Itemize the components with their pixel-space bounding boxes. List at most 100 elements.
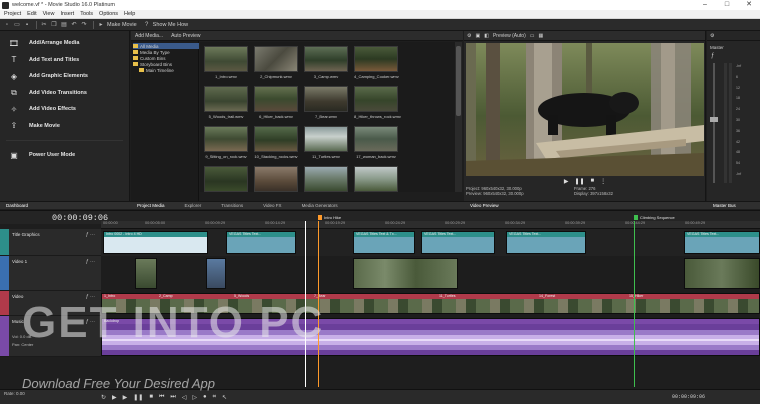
go-to-start-icon[interactable]: ⏮ <box>159 394 164 401</box>
tab-master-bus[interactable]: Master Bus <box>713 203 736 208</box>
add-media-button[interactable]: Add Media... <box>135 33 163 39</box>
fx-icon[interactable]: ƒ ⋯ <box>86 259 95 265</box>
wizard-add-text-titles[interactable]: T Add Text and Titles <box>0 52 129 69</box>
settings-icon[interactable]: ⚙ <box>467 33 471 39</box>
tab-project-media[interactable]: Project Media <box>137 203 165 208</box>
undo-icon[interactable]: ↶ <box>70 21 78 29</box>
marker-climbing-sequence[interactable]: Climbing Sequence <box>634 214 675 221</box>
snap-icon[interactable]: ⌗ <box>213 394 216 401</box>
media-thumb[interactable] <box>254 166 298 192</box>
auto-preview-button[interactable]: Auto Preview <box>171 33 200 39</box>
tab-explorer[interactable]: Explorer <box>185 203 202 208</box>
media-thumb[interactable]: 10_Stacking_rocks.wmv <box>254 126 298 162</box>
tree-item-main-timeline[interactable]: Main Timeline <box>133 67 199 73</box>
timeline-clip[interactable]: VEGAS Titles Text... <box>506 231 586 254</box>
media-thumb[interactable]: 4_Camping_Cooker.wmv <box>354 46 399 82</box>
fx-icon[interactable]: ƒ ⋯ <box>86 232 95 238</box>
stop-icon[interactable]: ■ <box>591 178 595 184</box>
wizard-power-user-mode[interactable]: ▣ Power User Mode <box>0 147 129 164</box>
track-header-title-graphics[interactable]: Title Graphics ƒ ⋯ <box>0 229 101 256</box>
media-thumb[interactable]: 1_Intro.wmv <box>204 46 248 82</box>
menu-edit[interactable]: Edit <box>27 11 36 17</box>
record-icon[interactable]: ● <box>203 394 207 400</box>
media-thumb[interactable]: 6_Hiker_back.wmv <box>254 86 298 122</box>
track-header-video-1[interactable]: Video 1 ƒ ⋯ <box>0 256 101 291</box>
track-name[interactable]: Title Graphics <box>12 232 40 237</box>
grid-icon[interactable]: ▦ <box>538 33 543 39</box>
menu-tools[interactable]: Tools <box>80 11 93 17</box>
go-to-end-icon[interactable]: ⏭ <box>170 394 175 401</box>
wizard-add-arrange-media[interactable]: 🎞 Add/Arrange Media <box>0 35 129 52</box>
media-thumb[interactable]: 8_Hiker_throws_rock.wmv <box>354 86 401 122</box>
timeline-clip[interactable] <box>135 258 157 289</box>
menu-options[interactable]: Options <box>99 11 118 17</box>
close-button[interactable]: ✕ <box>738 0 760 10</box>
media-thumb[interactable]: 11_Turtles.wmv <box>304 126 348 162</box>
track-name[interactable]: Video 1 <box>12 259 27 264</box>
tab-transitions[interactable]: Transitions <box>221 203 243 208</box>
timeline-clip[interactable]: VEGAS Titles Text & Tx... <box>353 231 415 254</box>
copy-snapshot-icon[interactable]: ▭ <box>530 33 535 39</box>
stop-icon[interactable]: ■ <box>149 394 153 400</box>
media-thumb[interactable] <box>354 166 398 192</box>
media-thumb[interactable]: 17_woman_back.wmv <box>354 126 398 162</box>
timeline-clip[interactable] <box>684 258 760 289</box>
play-icon[interactable]: ▶ <box>123 394 128 401</box>
new-icon[interactable]: ▫ <box>3 21 11 29</box>
media-thumb[interactable]: 2_Chipmunk.wmv <box>254 46 298 82</box>
menu-help[interactable]: Help <box>124 11 135 17</box>
make-movie-button[interactable]: Make Movie <box>107 22 137 28</box>
menu-view[interactable]: View <box>43 11 55 17</box>
redo-icon[interactable]: ↷ <box>80 21 88 29</box>
timeline-clip[interactable]: VEGAS Titles Text... <box>226 231 296 254</box>
pause-icon[interactable]: ❚❚ <box>133 394 143 401</box>
timeline-ruler[interactable]: 00:00:00 00:00:05:00 00:00:09:29 00:00:1… <box>101 221 760 229</box>
overlay-icon[interactable]: ◧ <box>484 33 489 39</box>
save-icon[interactable]: ▪ <box>23 21 31 29</box>
minimize-button[interactable]: – <box>694 0 716 10</box>
help-icon[interactable]: ? <box>143 21 151 29</box>
make-movie-icon[interactable]: ▸ <box>97 21 105 29</box>
menu-insert[interactable]: Insert <box>60 11 74 17</box>
scrollbar-thumb[interactable] <box>456 46 461 116</box>
copy-icon[interactable]: ❐ <box>50 21 58 29</box>
wizard-add-video-effects[interactable]: ✧ Add Video Effects <box>0 101 129 118</box>
master-fader-handle[interactable] <box>710 117 718 122</box>
timeline-clip[interactable] <box>206 258 226 289</box>
fx-icon[interactable]: ƒ <box>711 53 714 59</box>
tab-dashboard[interactable]: Dashboard <box>6 203 28 208</box>
maximize-button[interactable]: □ <box>716 0 738 10</box>
prev-frame-icon[interactable]: ◁ <box>182 394 187 401</box>
media-thumb[interactable] <box>204 166 248 192</box>
timeline-clip[interactable] <box>353 258 458 289</box>
media-thumb[interactable]: 9_Sitting_on_rock.wmv <box>204 126 248 162</box>
tab-media-generators[interactable]: Media Generators <box>302 203 338 208</box>
media-thumb[interactable]: 5_Woods_trail.wmv <box>204 86 248 122</box>
play-from-start-icon[interactable]: ▶ <box>112 394 117 401</box>
cut-icon[interactable]: ✂ <box>40 21 48 29</box>
timeline-clip[interactable]: VEGAS Titles Text... <box>684 231 760 254</box>
pause-icon[interactable]: ❚❚ <box>574 178 584 185</box>
edit-tool-icon[interactable]: ↖ <box>222 394 227 401</box>
next-frame-icon[interactable]: ▷ <box>192 394 197 401</box>
media-thumb[interactable] <box>304 166 348 192</box>
open-icon[interactable]: ▭ <box>13 21 21 29</box>
settings-icon[interactable]: ⚙ <box>710 33 714 39</box>
wizard-add-video-transitions[interactable]: ⧉ Add Video Transitions <box>0 85 129 102</box>
tab-video-preview[interactable]: Video Preview <box>470 203 499 208</box>
loop-icon[interactable]: ↻ <box>101 394 106 401</box>
preview-mode-select[interactable]: Preview (Auto) <box>493 33 526 39</box>
timeline-clip[interactable]: VEGAS Titles Text... <box>421 231 495 254</box>
tab-video-fx[interactable]: Video FX <box>263 203 281 208</box>
media-thumb[interactable]: 3_Camp.wmv <box>304 46 348 82</box>
timeline-clip[interactable]: Intro 0002 - Intro 4 HD <box>103 231 208 254</box>
show-me-how-button[interactable]: Show Me How <box>153 22 188 28</box>
play-icon[interactable]: ▶ <box>564 178 569 185</box>
menu-project[interactable]: Project <box>4 11 21 17</box>
wizard-add-graphic-elements[interactable]: ◈ Add Graphic Elements <box>0 68 129 85</box>
wizard-make-movie[interactable]: ⇪ Make Movie <box>0 118 129 135</box>
split-icon[interactable]: ▣ <box>475 33 480 39</box>
menu-icon[interactable]: ⋮ <box>600 178 606 185</box>
paste-icon[interactable]: ▤ <box>60 21 68 29</box>
marker-intro-hike[interactable]: Intro Hike <box>318 214 341 221</box>
